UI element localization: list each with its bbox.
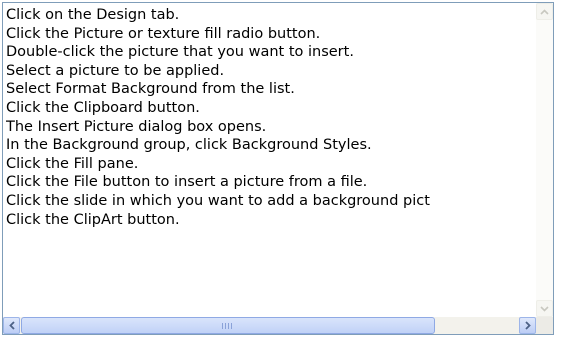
arrow-down-icon: [540, 305, 549, 312]
horizontal-scrollbar[interactable]: [3, 317, 536, 334]
list-item[interactable]: Select Format Background from the list.: [6, 80, 536, 99]
vertical-scrollbar[interactable]: [536, 3, 553, 317]
list-item[interactable]: Click the Picture or texture fill radio …: [6, 25, 536, 44]
arrow-right-icon: [524, 321, 531, 330]
steps-listbox[interactable]: Click on the Design tab. Click the Pictu…: [2, 2, 554, 335]
list-item[interactable]: Click the File button to insert a pictur…: [6, 173, 536, 192]
list-item[interactable]: Select a picture to be applied.: [6, 62, 536, 81]
scroll-left-button[interactable]: [3, 317, 20, 334]
scroll-right-button[interactable]: [519, 317, 536, 334]
list-item[interactable]: Click the Clipboard button.: [6, 99, 536, 118]
scroll-down-button[interactable]: [536, 300, 553, 317]
list-item[interactable]: Click the ClipArt button.: [6, 211, 536, 230]
scroll-up-button[interactable]: [536, 3, 553, 20]
list-item[interactable]: The Insert Picture dialog box opens.: [6, 118, 536, 137]
arrow-up-icon: [540, 8, 549, 15]
horizontal-scroll-thumb[interactable]: [21, 317, 435, 334]
steps-list: Click on the Design tab. Click the Pictu…: [6, 6, 536, 319]
scrollbar-corner: [536, 317, 553, 334]
arrow-left-icon: [8, 321, 15, 330]
list-item[interactable]: Click the Fill pane.: [6, 155, 536, 174]
list-item[interactable]: Double-click the picture that you want t…: [6, 43, 536, 62]
list-item[interactable]: In the Background group, click Backgroun…: [6, 136, 536, 155]
grip-icon: [222, 323, 234, 329]
list-item[interactable]: Click on the Design tab.: [6, 6, 536, 25]
list-item[interactable]: Click the slide in which you want to add…: [6, 192, 536, 211]
